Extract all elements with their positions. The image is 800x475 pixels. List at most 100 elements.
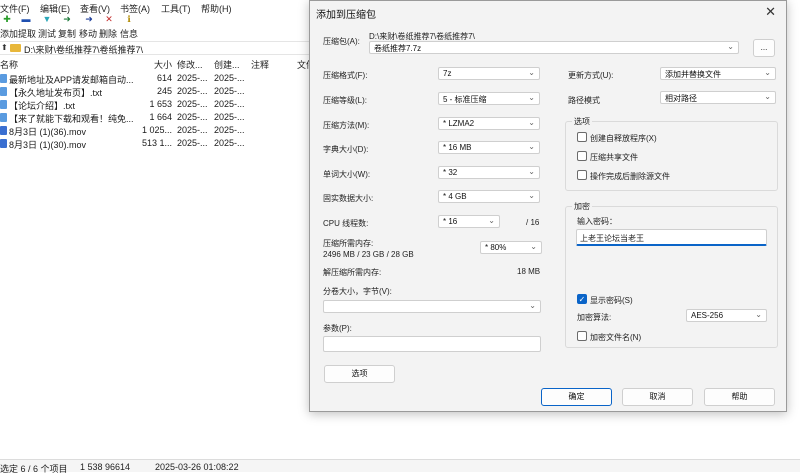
chevron-down-icon[interactable]: ⌄	[727, 42, 734, 51]
cpu-max: / 16	[526, 218, 540, 227]
cpu-label: CPU 线程数:	[323, 219, 369, 228]
solid-select[interactable]: * 4 GB ⌄	[438, 190, 540, 203]
chevron-down-icon: ⌄	[764, 92, 771, 101]
sfx-checkbox[interactable]	[577, 132, 587, 142]
params-input[interactable]	[323, 336, 541, 352]
file-created: 2025-...	[214, 73, 245, 83]
show-password-checkbox[interactable]: ✓	[577, 294, 587, 304]
ok-button[interactable]: 确定	[541, 388, 612, 406]
file-created: 2025-...	[214, 86, 245, 96]
method-select[interactable]: * LZMA2 ⌄	[438, 117, 540, 130]
cpu-select[interactable]: * 16 ⌄	[438, 215, 500, 228]
word-select[interactable]: * 32 ⌄	[438, 166, 540, 179]
mem-decomp-value: 18 MB	[517, 267, 541, 276]
chevron-down-icon: ⌄	[528, 167, 535, 176]
file-row[interactable]: 8月3日 (1)(36).mov 1 025... 2025-... 2025-...	[0, 124, 320, 137]
dialog-titlebar[interactable]: 添加到压缩包 ✕	[310, 1, 786, 23]
solid-label: 固实数据大小:	[323, 194, 374, 203]
show-password-label[interactable]: 显示密码(S)	[590, 295, 633, 306]
mem-comp-label: 压缩所需内存:	[323, 239, 374, 248]
encrypt-names-checkbox[interactable]	[577, 331, 587, 341]
toolbar-extract-label: 提取	[18, 29, 37, 39]
file-created: 2025-...	[214, 138, 245, 148]
password-input[interactable]: 上老王论坛当老王	[576, 229, 767, 246]
toolbar-add-label: 添加	[0, 29, 19, 39]
file-modified: 2025-...	[177, 138, 208, 148]
cancel-button[interactable]: 取消	[622, 388, 693, 406]
file-size: 1 653	[149, 99, 172, 109]
toolbar-info-label: 信息	[120, 29, 139, 39]
path-mode-value: 相对路径	[665, 94, 697, 103]
method-value: * LZMA2	[443, 119, 475, 128]
encrypt-names-label[interactable]: 加密文件名(N)	[590, 332, 641, 343]
dict-label: 字典大小(D):	[323, 145, 369, 154]
level-label: 压缩等级(L):	[323, 96, 367, 105]
delete-icon: ✕	[105, 14, 113, 24]
shared-checkbox[interactable]	[577, 151, 587, 161]
sfx-label[interactable]: 创建自释放程序(X)	[590, 133, 657, 144]
file-row[interactable]: 【论坛介绍】.txt 1 653 2025-... 2025-...	[0, 98, 320, 111]
delete-after-label[interactable]: 操作完成后删除源文件	[590, 171, 670, 182]
file-row[interactable]: 【永久地址发布页】.txt 245 2025-... 2025-...	[0, 85, 320, 98]
file-size: 1 025...	[141, 125, 172, 135]
toolbar-copy-label: 复制	[58, 29, 77, 39]
chevron-down-icon: ⌄	[528, 68, 535, 77]
video-icon	[0, 126, 7, 135]
address-bar[interactable]: ⬆ D:\来财\卷纸推荐7\卷纸推荐7\	[0, 41, 320, 55]
file-modified: 2025-...	[177, 73, 208, 83]
help-button[interactable]: 帮助	[704, 388, 775, 406]
file-icon	[0, 113, 7, 122]
level-select[interactable]: 5 - 标准压缩 ⌄	[438, 92, 540, 105]
mem-pct-value: * 80%	[485, 243, 507, 252]
file-icon	[0, 74, 7, 83]
extract-icon: ▬	[21, 14, 31, 24]
file-size: 245	[156, 86, 172, 96]
dict-select[interactable]: * 16 MB ⌄	[438, 141, 540, 154]
format-select[interactable]: 7z ⌄	[438, 67, 540, 80]
mem-pct-select[interactable]: * 80% ⌄	[480, 241, 542, 254]
options-button[interactable]: 选项	[324, 365, 395, 383]
col-size[interactable]: 大小	[154, 58, 172, 71]
update-select[interactable]: 添加并替换文件 ⌄	[660, 67, 776, 80]
file-row[interactable]: 最新地址及APP请发邮箱自动... 614 2025-... 2025-...	[0, 72, 320, 85]
chevron-down-icon: ⌄	[755, 310, 762, 319]
col-created[interactable]: 创建...	[214, 58, 240, 71]
status-size: 1 538 96614	[80, 462, 131, 472]
toolbar-move-label: 移动	[79, 29, 98, 39]
file-row[interactable]: 8月3日 (1)(30).mov 513 1... 2025-... 2025-...	[0, 137, 320, 150]
up-arrow-icon[interactable]: ⬆	[1, 43, 8, 52]
password-label: 输入密码：	[577, 217, 617, 226]
status-datetime: 2025-03-26 01:08:22	[155, 462, 239, 472]
format-label: 压缩格式(F):	[323, 71, 368, 80]
file-row[interactable]: 【来了就能下载和观看！纯免... 1 664 2025-... 2025-...	[0, 111, 320, 124]
folder-icon	[10, 44, 21, 52]
delete-after-checkbox[interactable]	[577, 170, 587, 180]
update-label: 更新方式(U):	[568, 71, 614, 80]
col-modified[interactable]: 修改...	[177, 58, 203, 71]
shared-label[interactable]: 压缩共享文件	[590, 152, 638, 163]
password-value: 上老王论坛当老王	[580, 234, 644, 243]
chevron-down-icon: ⌄	[488, 216, 495, 225]
dialog-title: 添加到压缩包	[316, 10, 376, 21]
status-bar: 选定 6 / 6 个项目 1 538 96614 2025-03-26 01:0…	[0, 459, 800, 474]
close-icon[interactable]: ✕	[765, 4, 776, 20]
address-path[interactable]: D:\来财\卷纸推荐7\卷纸推荐7\	[24, 43, 143, 56]
chevron-down-icon: ⌄	[528, 142, 535, 151]
chevron-down-icon: ⌄	[529, 301, 536, 310]
browse-button[interactable]: ...	[753, 39, 775, 57]
file-modified: 2025-...	[177, 86, 208, 96]
file-modified: 2025-...	[177, 125, 208, 135]
col-comment[interactable]: 注释	[251, 58, 269, 71]
file-modified: 2025-...	[177, 112, 208, 122]
move-icon: ➜	[85, 14, 93, 24]
split-select[interactable]: ⌄	[323, 300, 541, 313]
file-size: 513 1...	[141, 138, 172, 148]
archive-name-combo[interactable]: 卷纸推荐7.7z ⌄	[369, 41, 739, 54]
format-value: 7z	[443, 69, 452, 78]
file-modified: 2025-...	[177, 99, 208, 109]
enc-method-select[interactable]: AES-256 ⌄	[686, 309, 767, 322]
file-name: 8月3日 (1)(30).mov	[9, 140, 87, 150]
chevron-down-icon: ⌄	[528, 118, 535, 127]
path-mode-select[interactable]: 相对路径 ⌄	[660, 91, 776, 104]
col-name[interactable]: 名称	[0, 58, 18, 71]
